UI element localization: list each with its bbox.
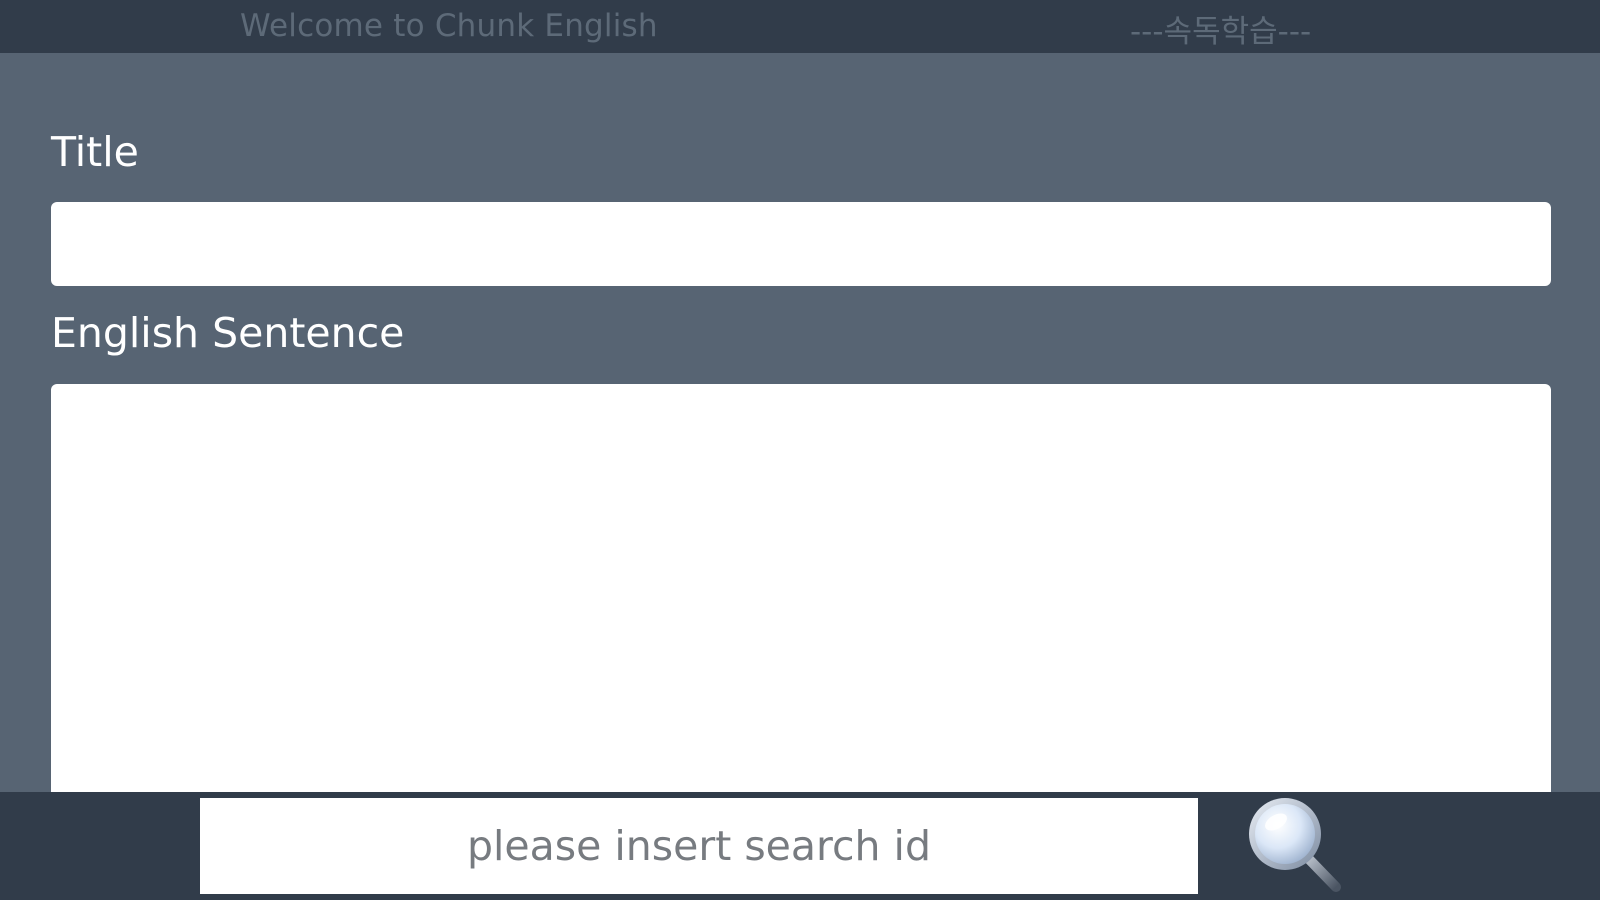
mode-title: ---속독학습--- (1130, 14, 1312, 50)
title-label: Title (51, 128, 139, 176)
search-icon (1249, 798, 1341, 892)
english-sentence-label: English Sentence (51, 309, 405, 357)
top-bar: Welcome to Chunk English ---속독학습--- (0, 0, 1600, 53)
bottom-search-bar (0, 792, 1600, 900)
title-input[interactable] (51, 202, 1551, 286)
search-button[interactable] (1240, 792, 1350, 900)
english-sentence-input[interactable] (51, 384, 1551, 804)
welcome-text: Welcome to Chunk English (240, 8, 658, 44)
search-id-input[interactable] (200, 798, 1198, 894)
